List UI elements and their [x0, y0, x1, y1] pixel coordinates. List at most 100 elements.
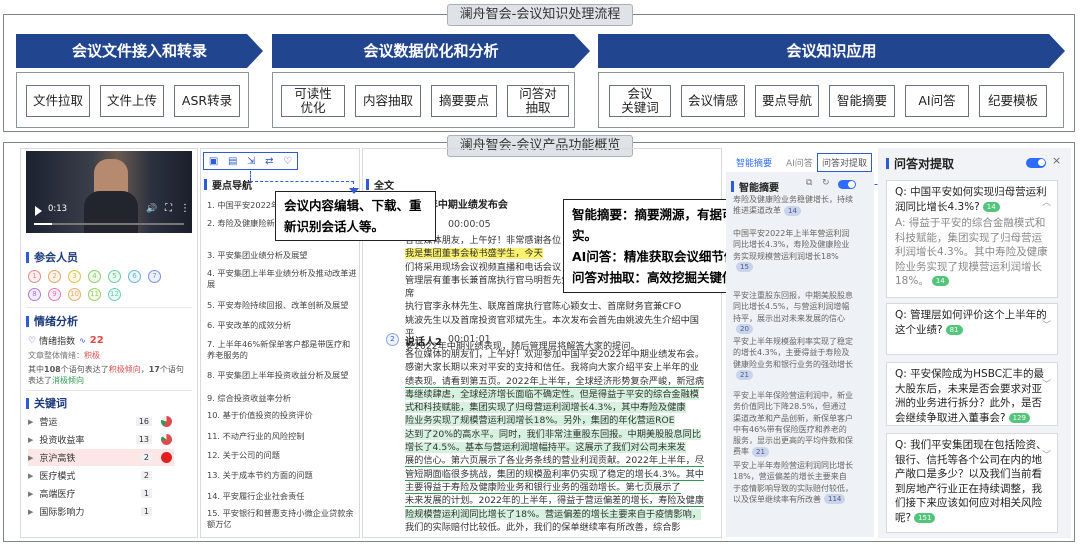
participant-avatar[interactable]: 6: [128, 270, 141, 283]
keyword-row[interactable]: ▶ 医疗模式 2: [28, 467, 174, 484]
progress-bar[interactable]: [34, 223, 184, 225]
tab-smart-summary[interactable]: 智能摘要: [736, 156, 772, 169]
participant-avatar[interactable]: 11: [88, 288, 101, 301]
feature-readability[interactable]: 可读性 优化: [281, 85, 345, 117]
copy-icon[interactable]: ⧉: [806, 178, 812, 188]
refresh-icon[interactable]: ↻: [822, 178, 830, 188]
qa-toggle[interactable]: [1026, 158, 1046, 168]
feature-ai-qa[interactable]: AI问答: [905, 85, 969, 117]
feature-qa-extract[interactable]: 问答对 抽取: [507, 85, 569, 117]
feature-sentiment[interactable]: 会议情感: [681, 85, 745, 117]
participant-avatar[interactable]: 5: [108, 270, 121, 283]
feature-asr[interactable]: ASR转录: [174, 85, 240, 117]
chevron-icon[interactable]: ﹀: [1042, 448, 1051, 461]
feature-nav[interactable]: 要点导航: [755, 85, 819, 117]
summary-item[interactable]: 平安上半年寿险营运利润同比增长18%，营运偏差的增长主要来自于疫情影响导致的实际…: [733, 460, 853, 505]
sentiment-index-label: 情绪指数: [39, 337, 76, 347]
nav-item[interactable]: 11. 不动产行业的风险控制: [207, 431, 357, 442]
keyword-count: 2: [140, 453, 152, 462]
participant-avatar[interactable]: 12: [108, 288, 121, 301]
expand-icon[interactable]: ▶: [28, 508, 33, 516]
keyword-row[interactable]: ▶ 京沪高铁 2: [28, 449, 174, 466]
document-icon[interactable]: ▤: [228, 156, 237, 167]
feature-summary-points[interactable]: 摘要要点: [431, 85, 497, 117]
edit-icon[interactable]: ▣: [209, 156, 218, 167]
tab-ai-qa[interactable]: AI问答: [786, 156, 813, 169]
qa-answer-badge[interactable]: 14: [931, 276, 949, 286]
expand-icon[interactable]: ▶: [28, 418, 33, 426]
feature-minutes-template[interactable]: 纪要模板: [979, 85, 1047, 117]
qa-card[interactable]: Q: 平安保险成为HSBC汇丰的最大股东后，未来是否会要求对亚洲的业务进行拆分？…: [886, 362, 1058, 426]
export-icon[interactable]: ⇲: [247, 156, 255, 167]
nav-item[interactable]: 10. 基于价值投资的投资评价: [207, 410, 357, 421]
summary-source-badge[interactable]: 20: [736, 324, 753, 335]
participant-avatar[interactable]: 8: [28, 288, 41, 301]
qa-source-badge[interactable]: 14: [982, 201, 1000, 212]
summary-source-badge[interactable]: 21: [752, 446, 769, 457]
participant-avatar[interactable]: 1: [28, 270, 41, 283]
summary-toggle[interactable]: [838, 180, 856, 189]
chevron-icon[interactable]: ﹀: [1042, 377, 1051, 390]
qa-source-badge[interactable]: 151: [914, 512, 936, 523]
keyword-row[interactable]: ▶ 投资收益率 13: [28, 431, 174, 448]
feature-smart-summary[interactable]: 智能摘要: [829, 85, 895, 117]
expand-icon[interactable]: ▶: [28, 436, 33, 444]
participant-avatar[interactable]: 10: [68, 288, 81, 301]
summary-source-badge[interactable]: 14: [784, 205, 801, 216]
chevron-icon[interactable]: ︿: [1042, 195, 1051, 208]
participant-avatar[interactable]: 7: [148, 270, 161, 283]
nav-item[interactable]: 15. 平安银行和普惠支持小微企业贷款余额万亿: [207, 508, 357, 530]
nav-item[interactable]: 12. 关于公司的问题: [207, 450, 357, 461]
keyword-row[interactable]: ▶ 高端医疗 1: [28, 485, 174, 502]
p2-line: 险规模营运利润同比增长了18%。营运偏差的增长主要来自于疫情影响，: [405, 508, 715, 521]
feature-keywords[interactable]: 会议 关键词: [609, 85, 671, 117]
keyword-pie-icon: [161, 452, 172, 463]
heart-icon[interactable]: ♡: [283, 156, 292, 167]
nav-item[interactable]: 13. 关于成本节约方面的问题: [207, 470, 357, 481]
summary-item[interactable]: 寿险及健康险业务稳健增长，持续推进渠道改革 14: [733, 194, 853, 217]
qa-card[interactable]: Q: 管理层如何评价这个上半年的这个业绩? 81 ﹀: [886, 303, 1058, 355]
qa-card[interactable]: Q: 我们平安集团现在包括险资、银行、信托等各个公司在内的地产敞口是多少？以及我…: [886, 433, 1058, 533]
feature-file-pull[interactable]: 文件拉取: [26, 85, 90, 117]
nav-item[interactable]: 9. 综合投资收益率分析: [207, 393, 357, 404]
qa-card[interactable]: Q: 中国平安如何实现归母营运利润同比增长4.3%? 14 A: 得益于平安的综合金…: [886, 180, 1058, 298]
summary-source-badge[interactable]: 21: [736, 370, 753, 381]
nav-item[interactable]: 6. 平安改革的成效分析: [207, 320, 357, 331]
summary-item[interactable]: 平安注重股东回报，中期美股股息同比增长4.5%，与营运利润增幅持平，展示出对未来…: [733, 290, 853, 335]
progress-fill: [34, 223, 52, 225]
participant-avatar[interactable]: 3: [68, 270, 81, 283]
nav-item[interactable]: 4. 平安集团上半年业绩分析及推动改革进展: [207, 268, 357, 290]
summary-source-badge[interactable]: 114: [824, 494, 846, 505]
participant-avatar[interactable]: 9: [48, 288, 61, 301]
nav-item[interactable]: 7. 上半年46%新保单客户都是带医疗和养老服务的: [207, 339, 357, 361]
callout-arrow-line: [250, 181, 354, 182]
nav-item[interactable]: 8. 平安集团上半年投资收益分析及展望: [207, 370, 357, 381]
feature-extract[interactable]: 内容抽取: [355, 85, 421, 117]
participant-avatar[interactable]: 4: [88, 270, 101, 283]
volume-icon[interactable]: 🔊: [146, 204, 157, 214]
qa-source-badge[interactable]: 81: [945, 324, 963, 335]
nav-item[interactable]: 5. 平安寿险持续回报、改革创新及展望: [207, 300, 357, 311]
keyword-row[interactable]: ▶ 营运 16: [28, 413, 174, 430]
summary-item[interactable]: 平安上半年保险营运利润中，新业务价值同比下降28.5%，但通过渠道改革和产品创新…: [733, 390, 853, 458]
tab-qa-extract[interactable]: 问答对提取: [817, 153, 873, 172]
summary-item[interactable]: 平安上半年规模盈利率实现了稳定的增长4.3%，主要得益于寿险及健康险业务和银行业…: [733, 336, 853, 381]
expand-icon[interactable]: ▶: [28, 454, 33, 462]
feature-file-upload[interactable]: 文件上传: [100, 85, 164, 117]
nav-item[interactable]: 14. 平安履行企业社会责任: [207, 491, 357, 502]
swap-icon[interactable]: ⇄: [265, 156, 273, 167]
expand-icon[interactable]: ▶: [28, 490, 33, 498]
qa-source-badge[interactable]: 129: [1008, 412, 1030, 423]
more-icon[interactable]: ⋮: [180, 203, 190, 214]
nav-item[interactable]: 3. 平安集团业绩分析及展望: [207, 250, 357, 261]
video-player[interactable]: 0:13 🔊 ⛶ ⋮: [26, 151, 192, 233]
keyword-row[interactable]: ▶ 国际影响力 1: [28, 503, 174, 520]
expand-icon[interactable]: ▶: [28, 472, 33, 480]
play-icon[interactable]: [35, 206, 42, 216]
summary-item[interactable]: 中国平安2022年上半年营运利润同比增长4.3%，寿险及健康险业务实现规模营运利…: [733, 228, 853, 273]
fullscreen-icon[interactable]: ⛶: [165, 203, 172, 214]
participant-avatar[interactable]: 2: [48, 270, 61, 283]
summary-source-badge[interactable]: 15: [736, 262, 753, 273]
close-icon[interactable]: ×: [1052, 154, 1061, 167]
chevron-icon[interactable]: ﹀: [1042, 318, 1051, 331]
